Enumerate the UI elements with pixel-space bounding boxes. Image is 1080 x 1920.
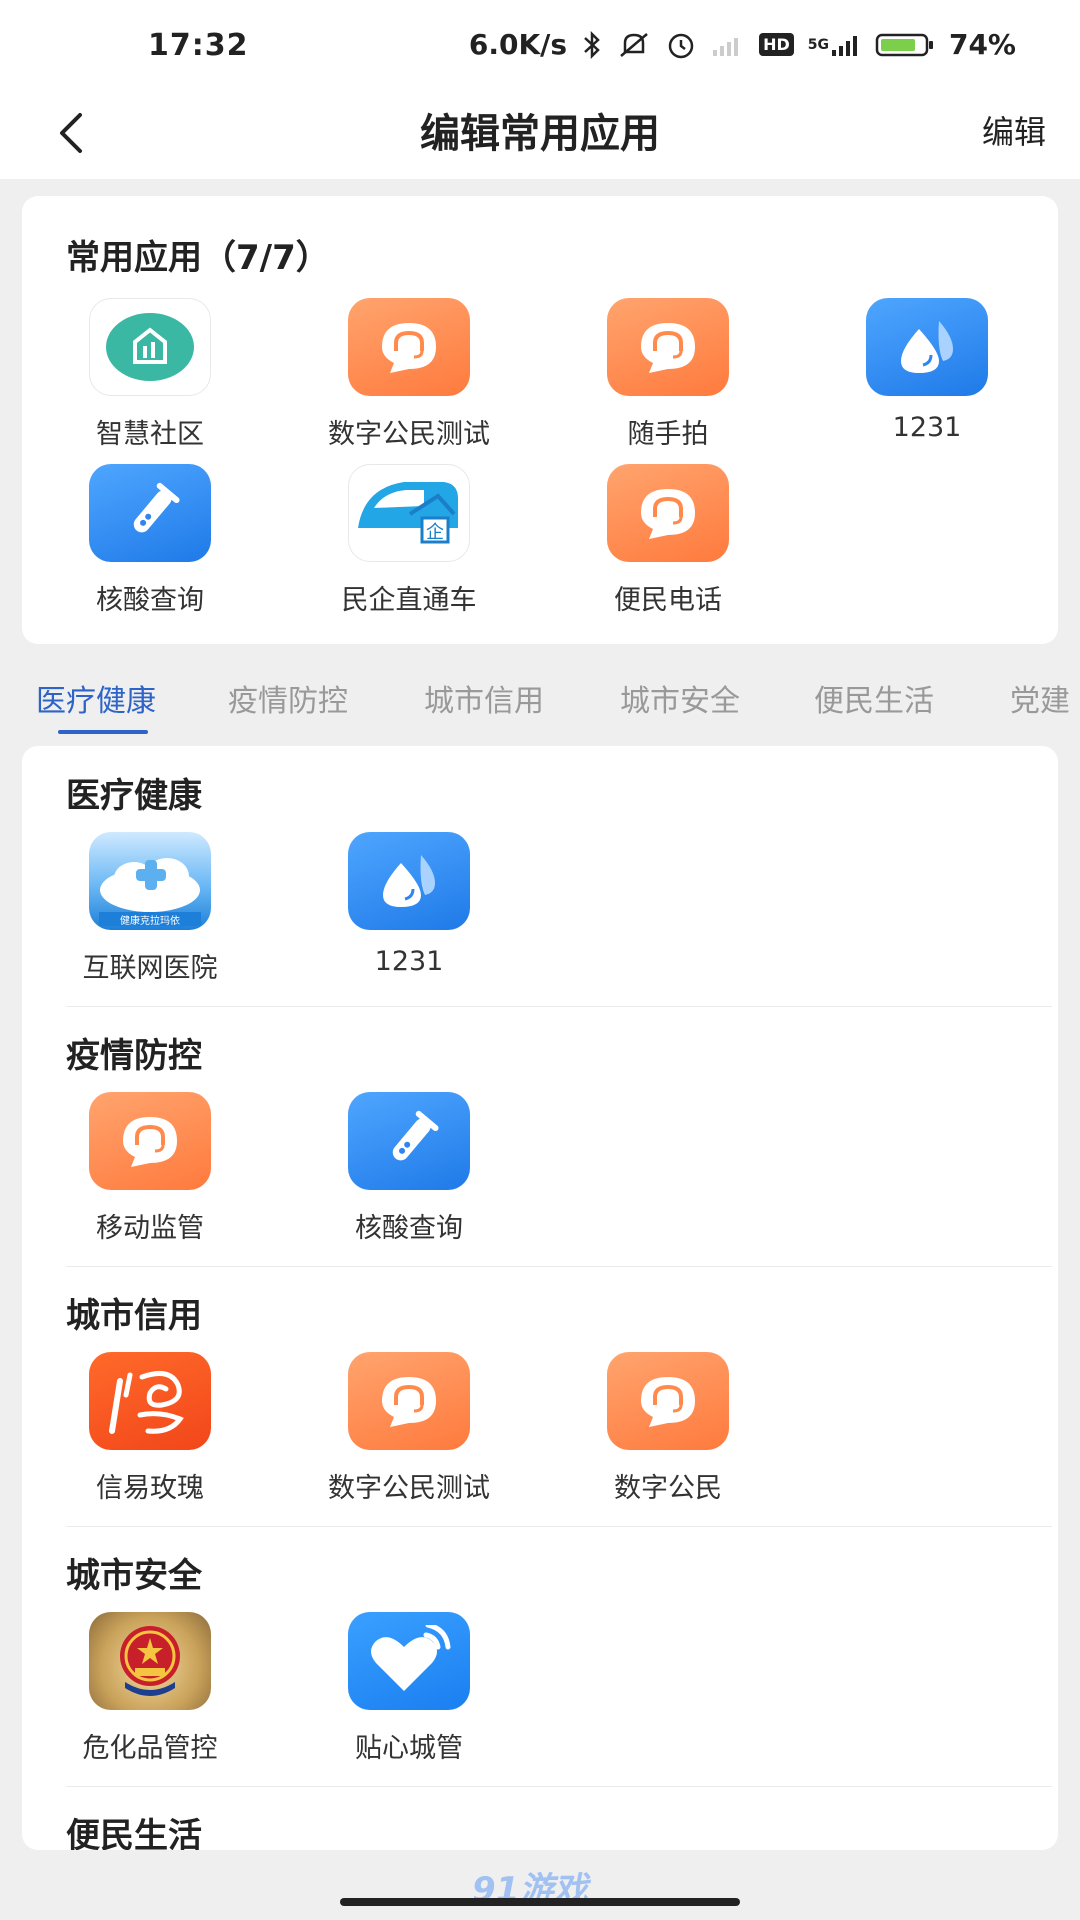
- headset-chat-icon: [89, 1092, 211, 1190]
- app-label: 核酸查询: [96, 585, 204, 616]
- battery-icon: [875, 32, 935, 58]
- section-title-epidemic: 疫情防控: [66, 1036, 202, 1076]
- app-label: 随手拍: [627, 419, 709, 450]
- hospital-icon: 健康克拉玛依: [89, 832, 211, 930]
- page-title: 编辑常用应用: [420, 111, 660, 157]
- test-tube-icon: [348, 1092, 470, 1190]
- headset-chat-icon: [348, 1352, 470, 1450]
- app-label: 民企直通车: [341, 585, 477, 616]
- battery-level: 74%: [948, 28, 1016, 61]
- fav-app-2[interactable]: 随手拍: [538, 298, 798, 451]
- status-icons: 6.0K/s HD 5G 74%: [469, 28, 1016, 61]
- section-divider: [66, 1526, 1052, 1527]
- category-apps-card: 医疗健康 健康克拉玛依 互联网医院 1231 疫情防控 移动监管 核酸查询 城市…: [22, 746, 1058, 1850]
- train-icon: 企: [348, 464, 470, 562]
- droplet-icon: [866, 298, 988, 396]
- net-speed: 6.0K/s: [468, 28, 568, 61]
- app-label: 数字公民: [614, 1473, 722, 1504]
- medical-app-1[interactable]: 1231: [279, 832, 539, 977]
- section-divider: [66, 1266, 1052, 1267]
- svg-text:企: 企: [426, 522, 444, 543]
- credit-app-2[interactable]: 数字公民: [538, 1352, 798, 1505]
- tab-party[interactable]: 党建: [1010, 676, 1080, 720]
- app-label: 便民电话: [614, 585, 722, 616]
- app-label: 贴心城管: [355, 1733, 463, 1764]
- app-label: 核酸查询: [355, 1213, 463, 1244]
- tab-credit[interactable]: 城市信用: [424, 676, 544, 720]
- back-button[interactable]: [44, 103, 96, 163]
- hospital-icon-badge: 健康克拉玛依: [120, 916, 180, 927]
- favorite-apps-card: 常用应用（7/7） 智慧社区 数字公民测试 随手拍 1231 核酸查询 企 民企…: [22, 196, 1058, 644]
- fav-app-1[interactable]: 数字公民测试: [279, 298, 539, 451]
- app-label: 1231: [892, 412, 962, 443]
- heart-signal-icon: [348, 1612, 470, 1710]
- medical-app-0[interactable]: 健康克拉玛依 互联网医院: [22, 832, 280, 985]
- headset-chat-icon: [348, 298, 470, 396]
- epidemic-app-1[interactable]: 核酸查询: [279, 1092, 539, 1245]
- hd-icon: HD: [759, 33, 794, 56]
- section-title-credit: 城市信用: [66, 1296, 202, 1336]
- fav-app-5[interactable]: 企 民企直通车: [279, 464, 539, 617]
- section-divider: [66, 1786, 1052, 1787]
- app-label: 信易玫瑰: [96, 1473, 204, 1504]
- section-divider: [66, 1006, 1052, 1007]
- home-indicator[interactable]: [340, 1898, 740, 1906]
- test-tube-icon: [89, 464, 211, 562]
- headset-chat-icon: [607, 464, 729, 562]
- edit-button[interactable]: 编辑: [982, 107, 1046, 153]
- alarm-icon: [665, 30, 697, 60]
- section-title-medical: 医疗健康: [66, 776, 202, 816]
- safety-app-1[interactable]: 贴心城管: [279, 1612, 539, 1765]
- tab-medical[interactable]: 医疗健康: [36, 676, 156, 720]
- rose-credit-icon: [89, 1352, 211, 1450]
- community-icon: [89, 298, 211, 396]
- chevron-left-icon: [60, 113, 82, 153]
- section-title-life: 便民生活: [66, 1816, 202, 1850]
- signal-icon: 5G: [808, 32, 861, 58]
- active-tab-indicator: [58, 730, 148, 734]
- app-label: 智慧社区: [96, 419, 204, 450]
- fav-app-6[interactable]: 便民电话: [538, 464, 798, 617]
- epidemic-app-0[interactable]: 移动监管: [22, 1092, 280, 1245]
- status-bar: 17:32 6.0K/s HD 5G 74%: [0, 0, 1080, 95]
- status-time: 17:32: [148, 28, 249, 63]
- credit-app-0[interactable]: 信易玫瑰: [22, 1352, 280, 1505]
- tab-life[interactable]: 便民生活: [814, 676, 934, 720]
- fav-app-4[interactable]: 核酸查询: [22, 464, 280, 617]
- favorite-apps-title: 常用应用（7/7）: [66, 238, 330, 278]
- category-tabs: 医疗健康 疫情防控 城市信用 城市安全 便民生活 党建: [0, 660, 1080, 740]
- app-label: 互联网医院: [82, 953, 218, 984]
- section-title-safety: 城市安全: [66, 1556, 202, 1596]
- app-label: 数字公民测试: [328, 1473, 490, 1504]
- nav-bar: 编辑常用应用 编辑: [0, 95, 1080, 179]
- app-label: 移动监管: [96, 1213, 204, 1244]
- app-label: 数字公民测试: [328, 419, 490, 450]
- fav-app-3[interactable]: 1231: [797, 298, 1057, 443]
- headset-chat-icon: [607, 298, 729, 396]
- fav-app-0[interactable]: 智慧社区: [22, 298, 280, 451]
- wifi-off-icon: [711, 32, 745, 58]
- bluetooth-icon: [581, 30, 603, 60]
- app-label: 危化品管控: [82, 1733, 218, 1764]
- credit-app-1[interactable]: 数字公民测试: [279, 1352, 539, 1505]
- tab-epidemic[interactable]: 疫情防控: [228, 676, 348, 720]
- mute-icon: [617, 30, 651, 60]
- droplet-icon: [348, 832, 470, 930]
- safety-app-0[interactable]: 危化品管控: [22, 1612, 280, 1765]
- police-emblem-icon: [89, 1612, 211, 1710]
- app-label: 1231: [374, 946, 444, 977]
- tab-safety[interactable]: 城市安全: [620, 676, 740, 720]
- headset-chat-icon: [607, 1352, 729, 1450]
